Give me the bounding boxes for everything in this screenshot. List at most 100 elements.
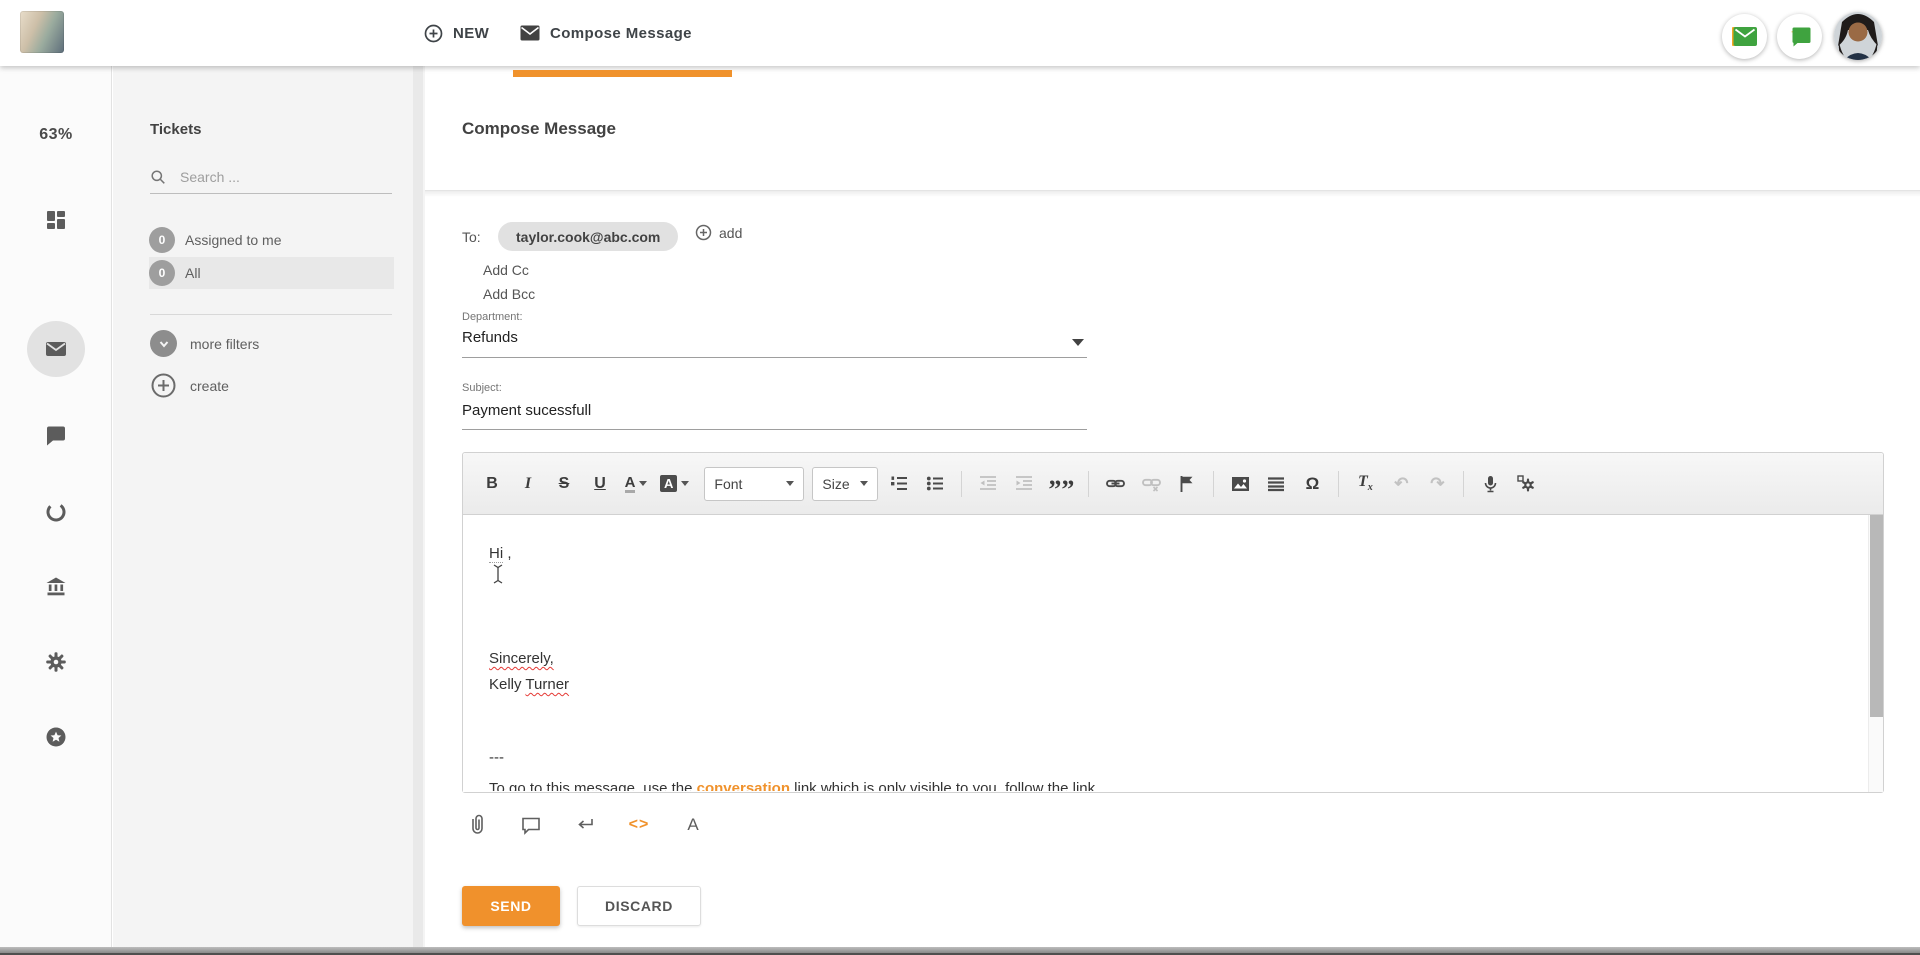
sidebar-item-settings[interactable] xyxy=(44,650,68,674)
plain-text-button[interactable]: A xyxy=(678,810,708,840)
sidebar-item-tickets[interactable] xyxy=(44,337,68,361)
spellcheck-settings-button[interactable] xyxy=(1511,467,1541,501)
discard-button[interactable]: DISCARD xyxy=(577,886,701,926)
scrollbar-thumb[interactable] xyxy=(1870,515,1883,717)
bullet-list-button[interactable] xyxy=(920,467,950,501)
ordered-list-icon xyxy=(890,475,908,492)
canned-message-button[interactable] xyxy=(516,810,546,840)
tickets-scrollbar[interactable] xyxy=(413,66,423,947)
ordered-list-button[interactable] xyxy=(884,467,914,501)
sidebar-item-customers[interactable] xyxy=(44,575,68,599)
anchor-flag-button[interactable] xyxy=(1172,467,1202,501)
redo-button[interactable]: ↷ xyxy=(1422,467,1452,501)
subject-input[interactable]: Payment sucessfull xyxy=(462,402,591,419)
toolbar-separator xyxy=(1213,471,1214,497)
sidebar-item-dashboard[interactable] xyxy=(44,208,68,232)
undo-button[interactable]: ↶ xyxy=(1386,467,1416,501)
rich-text-editor: B I S U A A Font Size xyxy=(462,452,1884,793)
active-tab-underline xyxy=(513,70,732,77)
background-color-button[interactable]: A xyxy=(657,467,692,501)
sidebar-item-chats[interactable] xyxy=(44,424,68,448)
toolbar-separator xyxy=(1338,471,1339,497)
outdent-icon xyxy=(979,475,997,492)
create-ticket-button[interactable]: create xyxy=(150,372,229,399)
caret-down-icon xyxy=(681,481,689,486)
gear-icon xyxy=(44,650,68,674)
filter-assigned-to-me[interactable]: 0 Assigned to me xyxy=(149,224,394,256)
mail-icon xyxy=(44,337,68,361)
outdent-button[interactable] xyxy=(973,467,1003,501)
usage-percent: 63% xyxy=(0,126,112,144)
attach-file-button[interactable] xyxy=(462,810,492,840)
plus-circle-icon xyxy=(424,24,443,43)
text-color-button[interactable]: A xyxy=(621,467,651,501)
comment-bubble-icon xyxy=(521,816,541,835)
new-chat-button[interactable] xyxy=(1777,14,1822,59)
tab-new[interactable]: NEW xyxy=(424,0,489,66)
more-filters-label: more filters xyxy=(190,336,259,352)
dashboard-icon xyxy=(44,208,68,232)
green-mail-icon xyxy=(1732,27,1757,46)
chat-icon xyxy=(44,424,68,448)
bold-button[interactable]: B xyxy=(477,467,507,501)
horizontal-rule-icon xyxy=(1267,476,1285,492)
insert-newline-button[interactable] xyxy=(570,810,600,840)
plus-circle-icon xyxy=(695,224,712,241)
horizontal-rule-button[interactable] xyxy=(1261,467,1291,501)
filter-all[interactable]: 0 All xyxy=(149,257,394,289)
add-bcc-button[interactable]: Add Bcc xyxy=(483,286,535,302)
add-cc-button[interactable]: Add Cc xyxy=(483,262,529,278)
remove-link-button[interactable] xyxy=(1136,467,1166,501)
department-select[interactable]: Refunds xyxy=(462,329,518,346)
underline-button[interactable]: U xyxy=(585,467,615,501)
field-underline xyxy=(462,357,1087,358)
indent-button[interactable] xyxy=(1009,467,1039,501)
add-recipient-button[interactable]: add xyxy=(695,224,742,241)
filter-label: Assigned to me xyxy=(185,232,282,248)
clipped-footer-note: To go to this message, use the conversat… xyxy=(489,779,1829,791)
insert-link-button[interactable] xyxy=(1100,467,1130,501)
footer-link[interactable]: conversation xyxy=(697,780,790,791)
text-cursor-icon xyxy=(491,563,505,585)
tickets-panel: Tickets 0 Assigned to me 0 All more filt… xyxy=(113,66,425,947)
return-arrow-icon xyxy=(575,817,595,833)
window-bottom-edge xyxy=(0,947,1920,955)
size-select[interactable]: Size xyxy=(812,467,878,501)
tab-new-label: NEW xyxy=(453,25,489,42)
remove-format-button[interactable]: Tx xyxy=(1350,467,1380,501)
tab-compose-label: Compose Message xyxy=(550,25,692,42)
divider xyxy=(425,190,1920,197)
special-char-button[interactable]: Ω xyxy=(1297,467,1327,501)
editor-scrollbar[interactable] xyxy=(1868,515,1883,792)
font-select[interactable]: Font xyxy=(704,467,804,501)
dictate-button[interactable] xyxy=(1475,467,1505,501)
caret-down-icon[interactable] xyxy=(1072,339,1084,346)
recipient-chip[interactable]: taylor.cook@abc.com xyxy=(498,222,678,251)
green-chat-icon xyxy=(1789,27,1811,47)
app-logo[interactable] xyxy=(20,11,64,53)
plain-text-icon: A xyxy=(687,815,698,835)
user-avatar[interactable] xyxy=(1834,12,1882,60)
italic-button[interactable]: I xyxy=(513,467,543,501)
caret-down-icon xyxy=(860,481,868,486)
strikethrough-button[interactable]: S xyxy=(549,467,579,501)
star-icon xyxy=(44,725,68,749)
sidebar-item-reports[interactable] xyxy=(44,500,68,524)
new-email-button[interactable] xyxy=(1722,14,1767,59)
editor-body[interactable]: Hi , Sincerely, Kelly Turner --- To go t… xyxy=(463,515,1883,792)
editor-options-bar: <> A xyxy=(462,810,708,840)
plus-circle-icon xyxy=(150,372,177,399)
unlink-icon xyxy=(1142,475,1161,492)
source-code-button[interactable]: <> xyxy=(624,810,654,840)
caret-down-icon xyxy=(639,481,647,486)
more-filters-button[interactable]: more filters xyxy=(150,330,259,357)
ticket-search xyxy=(150,161,392,194)
tab-compose-message[interactable]: Compose Message xyxy=(520,0,692,66)
sidebar-item-gamification[interactable] xyxy=(44,725,68,749)
search-input[interactable] xyxy=(180,169,370,185)
subject-label: Subject: xyxy=(462,382,502,394)
send-button[interactable]: SEND xyxy=(462,886,560,926)
toolbar-separator xyxy=(1088,471,1089,497)
insert-image-button[interactable] xyxy=(1225,467,1255,501)
blockquote-button[interactable]: ”” xyxy=(1045,467,1077,501)
